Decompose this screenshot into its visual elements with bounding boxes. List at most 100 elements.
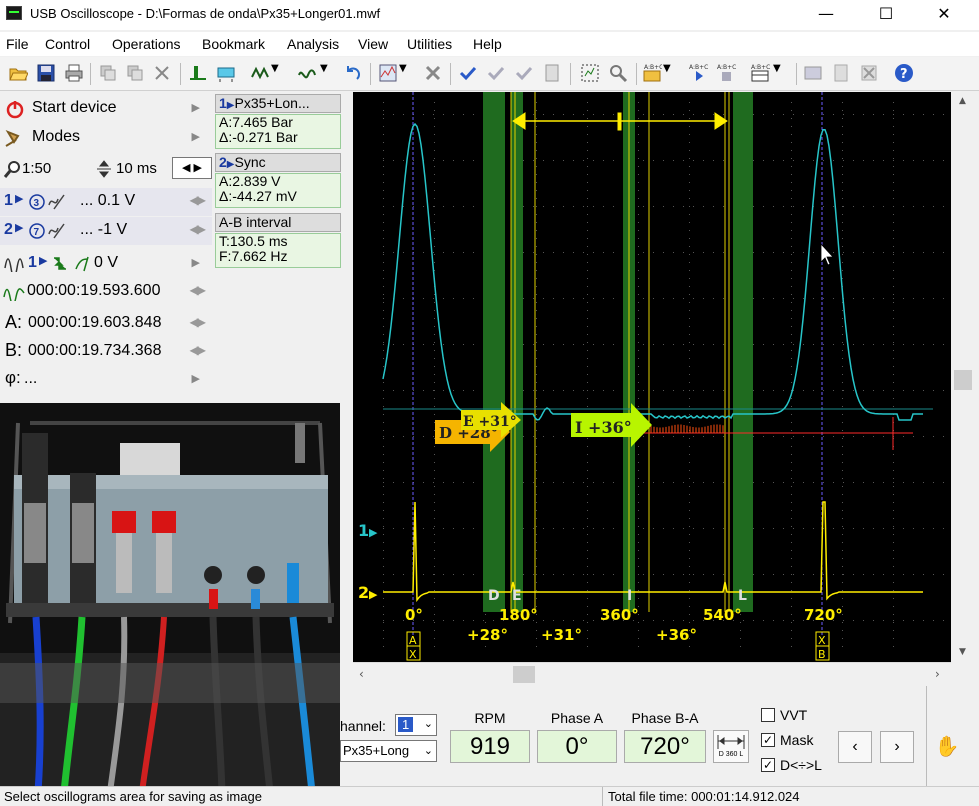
scroll-up-icon[interactable]: ▲ [959, 96, 966, 106]
cursor-b-stepper-icon[interactable]: ◀▶ [190, 343, 207, 357]
page-icon[interactable] [831, 63, 851, 83]
time-position-row[interactable]: 000:00:19.593.600 ◀▶ [0, 278, 212, 306]
trigger-pulse-icon[interactable] [188, 63, 208, 83]
measure-icon[interactable] [216, 63, 236, 83]
channel1-number: 1 [4, 192, 13, 209]
copy-icon[interactable] [98, 63, 118, 83]
abc-play-icon[interactable]: A:B+C [688, 63, 708, 83]
window-title: USB Oscilloscope - D:\Formas de onda\Px3… [30, 6, 381, 21]
abc-folder-icon[interactable]: A:B+C [642, 63, 662, 83]
check-icon[interactable] [458, 63, 478, 83]
trigger-row[interactable]: 1 ▶ 0 V ▶ [0, 250, 212, 278]
scroll-down-icon[interactable]: ▼ [959, 647, 966, 657]
menu-operations[interactable]: Operations [112, 36, 180, 52]
chevron-down-icon[interactable]: ▼ [271, 63, 291, 83]
cut-icon[interactable] [152, 63, 172, 83]
cursor-a-stepper-icon[interactable]: ◀▶ [190, 315, 207, 329]
degree-band-group [483, 92, 753, 612]
phase-markers [510, 92, 730, 612]
menu-control[interactable]: Control [45, 36, 90, 52]
check-down-icon[interactable] [486, 63, 506, 83]
d360l-label: D 360 L [718, 751, 744, 758]
previous-button[interactable]: ‹ [838, 731, 872, 763]
mask-checkbox[interactable]: ✓ [761, 733, 775, 747]
chevron-down-icon[interactable]: ▼ [663, 63, 683, 83]
chevron-down-icon[interactable]: ▼ [399, 63, 419, 83]
ac-coupling-icon [48, 194, 65, 210]
cursor-b-tag[interactable]: X B [815, 631, 830, 661]
cursor-a-tag-x: X [409, 648, 417, 661]
delete-icon[interactable] [423, 63, 443, 83]
degree-band [733, 92, 753, 612]
zoom-value[interactable]: 1:50 [22, 160, 51, 177]
next-button[interactable]: › [880, 731, 914, 763]
menu-help[interactable]: Help [473, 36, 502, 52]
oscilloscope-display[interactable]: D +28° E +31° I +36° 1 ▶ 2 ▶ D E I L 0° … [353, 92, 951, 662]
menu-view[interactable]: View [358, 36, 388, 52]
channel-select[interactable]: 1 ⌄ [395, 714, 437, 736]
scroll-left-icon[interactable]: ‹ [359, 667, 364, 681]
dl-checkbox[interactable]: ✓ [761, 758, 775, 772]
d360l-button[interactable]: D 360 L [713, 730, 749, 763]
channel2-marker[interactable]: 2 [358, 583, 369, 602]
maximize-button[interactable]: ☐ [863, 0, 909, 30]
waveform-edit-icon[interactable] [297, 63, 317, 83]
cursor-a-tag[interactable]: A X [406, 631, 421, 661]
phase-a-value: 0° [537, 730, 617, 763]
cursor-a-row[interactable]: A: 000:00:19.603.848 ◀▶ [0, 310, 212, 338]
profile-select[interactable]: Px35+Long ⌄ [340, 740, 437, 762]
close-doc-icon[interactable] [859, 63, 879, 83]
open-folder-icon[interactable] [8, 63, 28, 83]
channel1-scale-row[interactable]: 1 ▶ 3 ... 0.1 V ◀▶ [0, 188, 212, 216]
zoom-area-icon[interactable] [580, 63, 600, 83]
chevron-down-icon[interactable]: ▼ [320, 63, 340, 83]
channel1-marker[interactable]: 1 [358, 521, 369, 540]
minimize-button[interactable]: — [803, 0, 849, 30]
menu-file[interactable]: File [6, 36, 29, 52]
channel2-swap-icon[interactable]: ◀▶ [190, 222, 207, 236]
waveform-add-icon[interactable] [250, 63, 270, 83]
chevron-down-icon[interactable]: ▼ [773, 63, 793, 83]
horizontal-scrollbar[interactable]: ‹ › [353, 662, 951, 686]
phi-row[interactable]: φ: ... ▶ [0, 366, 212, 394]
arrow-right-icon: ▶ [226, 100, 235, 111]
menu-bookmark[interactable]: Bookmark [202, 36, 265, 52]
channel2-scale-row[interactable]: 2 ▶ 7 ... -1 V ◀▶ [0, 217, 212, 245]
menu-analysis[interactable]: Analysis [287, 36, 339, 52]
scroll-right-icon[interactable]: › [935, 667, 940, 681]
svg-text:A:B+C: A:B+C [717, 64, 736, 71]
abc-stop-icon[interactable]: A:B+C [716, 63, 736, 83]
event-letter-l: L [738, 588, 747, 604]
image-icon[interactable] [803, 63, 823, 83]
chart-compare-icon[interactable] [378, 63, 398, 83]
close-button[interactable]: ✕ [921, 0, 967, 30]
channel1-swap-icon[interactable]: ◀▶ [190, 193, 207, 207]
save-disk-icon[interactable] [36, 63, 56, 83]
check-up-icon[interactable] [514, 63, 534, 83]
time-position-stepper-icon[interactable]: ◀▶ [190, 283, 207, 297]
menu-utilities[interactable]: Utilities [407, 36, 452, 52]
hand-pan-icon[interactable]: ✋ [929, 730, 965, 764]
degree-label: 540° [703, 606, 742, 624]
channel2-info-header[interactable]: 2▶Sync [215, 153, 341, 172]
panel-divider [926, 686, 927, 786]
paste-icon[interactable] [125, 63, 145, 83]
horizontal-scroll-thumb[interactable] [513, 666, 535, 683]
document-icon[interactable] [542, 63, 562, 83]
vvt-checkbox[interactable] [761, 708, 775, 722]
magnifier-icon[interactable] [608, 63, 628, 83]
vertical-scrollbar[interactable]: ▲ ▼ [951, 92, 979, 662]
print-icon[interactable] [64, 63, 84, 83]
undo-icon[interactable] [343, 63, 363, 83]
abc-table-icon[interactable]: A:B+C [750, 63, 770, 83]
profile-select-value: Px35+Long [343, 743, 410, 758]
vertical-scroll-thumb[interactable] [954, 370, 972, 390]
channel1-info-header[interactable]: 1▶Px35+Lon... [215, 94, 341, 113]
timebase-stepper[interactable]: ◀ ▶ [172, 157, 212, 179]
timebase-value[interactable]: 10 ms [116, 160, 157, 177]
start-device-button[interactable]: Start device ▶ [0, 95, 212, 123]
help-icon[interactable]: ? [894, 63, 914, 83]
start-device-label: Start device [32, 99, 117, 116]
modes-button[interactable]: Modes ▶ [0, 124, 212, 152]
cursor-b-row[interactable]: B: 000:00:19.734.368 ◀▶ [0, 338, 212, 366]
